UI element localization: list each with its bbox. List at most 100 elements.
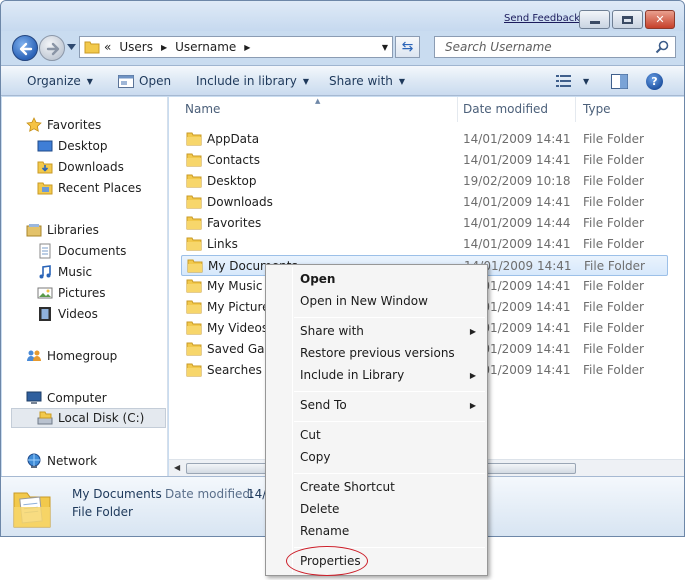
folder-icon [186,152,202,170]
menu-copy[interactable]: Copy [300,450,480,464]
file-type: File Folder [584,259,645,273]
address-dropdown-icon[interactable]: ▼ [382,43,388,52]
table-row[interactable]: AppData 14/01/2009 14:41 File Folder [181,129,668,150]
file-type: File Folder [583,237,644,251]
scroll-left-icon[interactable]: ◀ [174,463,180,472]
nav-libraries[interactable]: Libraries [26,220,192,240]
menu-cut[interactable]: Cut [300,428,480,442]
table-row[interactable]: Links 14/01/2009 14:41 File Folder [181,234,668,255]
table-row[interactable]: Desktop 19/02/2009 10:18 File Folder [181,171,668,192]
chevron-down-icon: ▼ [86,76,93,86]
menu-restore-previous-versions[interactable]: Restore previous versions [300,346,480,360]
minimize-button[interactable] [579,10,610,29]
command-bar: Organize ▼ Open Include in library ▼ Share… [1,65,684,96]
send-feedback-link[interactable]: Send Feedback [504,13,580,24]
change-view-button[interactable]: ▼ [556,74,589,88]
menu-open[interactable]: Open [300,272,480,286]
organize-button[interactable]: Organize ▼ [27,74,93,88]
search-icon[interactable] [655,40,669,54]
folder-icon [186,131,202,149]
nav-recent-places-label: Recent Places [58,181,142,195]
nav-network-label: Network [47,454,98,468]
menu-create-shortcut[interactable]: Create Shortcut [300,480,480,494]
menu-open-new-window[interactable]: Open in New Window [300,294,480,308]
table-row[interactable]: Contacts 14/01/2009 14:41 File Folder [181,150,668,171]
menu-send-to[interactable]: Send To [300,398,480,412]
menu-delete[interactable]: Delete [300,502,480,516]
title-bar: Send Feedback ✕ [1,1,684,31]
chevron-down-icon: ▼ [302,76,310,86]
computer-icon [26,390,42,406]
nav-network[interactable]: Network [26,451,192,471]
music-icon [37,264,53,280]
nav-homegroup[interactable]: Homegroup [26,346,192,366]
drive-icon [37,410,53,426]
pictures-icon [37,285,53,301]
file-type: File Folder [583,363,644,377]
folder-icon [186,299,202,317]
file-name: Favorites [207,216,262,230]
search-box[interactable] [434,36,676,58]
organize-label: Organize [27,74,81,88]
recent-pages-dropdown[interactable] [67,43,76,51]
downloads-icon [37,159,53,175]
file-type: File Folder [583,300,644,314]
help-icon[interactable]: ? [646,73,663,90]
breadcrumb-users[interactable]: Users [119,40,153,54]
file-name: Contacts [207,153,260,167]
menu-include-in-library[interactable]: Include in Library [300,368,480,382]
breadcrumb-chevron-icon[interactable]: ▶ [244,43,250,52]
refresh-button[interactable]: ⇆ [395,36,420,58]
file-name: Searches [207,363,262,377]
maximize-button[interactable] [612,10,643,29]
file-date-modified: 14/01/2009 14:41 [463,195,571,209]
folder-icon [84,41,100,54]
table-row[interactable]: Downloads 14/01/2009 14:41 File Folder [181,192,668,213]
menu-separator [294,473,485,474]
nav-favorites[interactable]: Favorites [26,115,192,135]
file-type: File Folder [583,321,644,335]
submenu-arrow-icon: ▶ [469,327,476,336]
menu-separator [294,391,485,392]
nav-local-disk[interactable]: Local Disk (C:) [11,408,166,428]
nav-local-disk-label: Local Disk (C:) [58,411,145,425]
chevron-down-icon[interactable]: ▼ [583,77,589,86]
folder-icon [186,236,202,254]
file-type: File Folder [583,216,644,230]
share-with-button[interactable]: Share with ▼ [329,74,405,88]
column-name[interactable]: Name [185,102,220,116]
breadcrumb-chevron-icon[interactable]: ▶ [161,43,167,52]
nav-downloads-label: Downloads [58,160,124,174]
back-button[interactable] [12,35,38,61]
folder-icon [186,215,202,233]
column-date-modified[interactable]: Date modified [463,102,548,116]
nav-computer[interactable]: Computer [26,388,192,408]
file-type: File Folder [583,195,644,209]
column-divider[interactable] [575,97,576,122]
forward-button[interactable] [39,35,65,61]
share-with-label: Share with [329,74,393,88]
include-in-library-button[interactable]: Include in library ▼ [196,74,309,88]
column-headers: ▲ Name Date modified Type [169,97,684,122]
documents-icon [37,243,53,259]
address-bar[interactable]: « Users ▶ Username ▶ ▼ [79,36,393,58]
column-divider[interactable] [457,97,458,122]
search-input[interactable] [443,39,648,55]
menu-rename[interactable]: Rename [300,524,480,538]
desktop-icon [37,138,53,154]
address-overflow[interactable]: « [104,40,111,54]
file-name: Downloads [207,195,273,209]
menu-share-with[interactable]: Share with [300,324,480,338]
preview-pane-icon[interactable] [611,74,628,89]
close-button[interactable]: ✕ [645,10,675,29]
file-date-modified: 14/01/2009 14:41 [463,153,571,167]
folder-icon [187,258,203,276]
open-button[interactable]: Open [118,74,171,88]
file-type: File Folder [583,153,644,167]
menu-gutter [292,267,293,573]
breadcrumb-username[interactable]: Username [175,40,236,54]
table-row[interactable]: Favorites 14/01/2009 14:44 File Folder [181,213,668,234]
column-type[interactable]: Type [583,102,611,116]
nav-documents-label: Documents [58,244,127,258]
homegroup-icon [26,348,42,364]
